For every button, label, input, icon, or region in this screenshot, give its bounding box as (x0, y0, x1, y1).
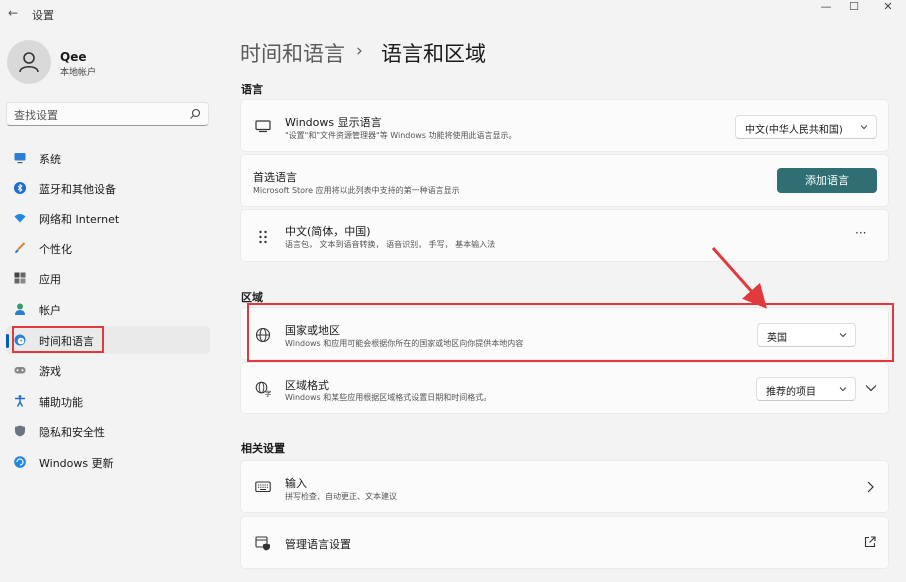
back-button[interactable]: ← (6, 6, 20, 20)
display-language-title: Windows 显示语言 (285, 116, 382, 129)
sidebar-item-label: 系统 (39, 153, 61, 166)
preferred-language-desc: Microsoft Store 应用将以此列表中支持的第一种语言显示 (253, 186, 460, 195)
sidebar-item-windows-update[interactable]: Windows 更新 (6, 448, 210, 476)
title-bar: ← 设置 — ☐ ✕ (0, 0, 906, 28)
apps-icon (14, 272, 26, 284)
wifi-icon (14, 214, 26, 223)
input-settings-desc: 拼写检查、自动更正、文本建议 (285, 492, 397, 501)
account-type: 本地帐户 (60, 68, 97, 78)
display-language-select[interactable]: 中文(中华人民共和国) (735, 115, 877, 139)
shield-icon (15, 425, 25, 437)
manage-language-settings-card[interactable]: 管理语言设置 (240, 516, 889, 569)
sidebar-item-system[interactable]: 系统 (6, 144, 210, 172)
sidebar-item-accounts[interactable]: 帐户 (6, 295, 210, 323)
chevron-down-icon (860, 125, 868, 130)
section-title-related: 相关设置 (241, 442, 285, 455)
regional-format-desc: Windows 和某些应用根据区域格式设置日期和时间格式。 (285, 393, 492, 402)
avatar[interactable] (7, 40, 51, 84)
regional-format-select[interactable]: 推荐的项目 (756, 377, 856, 401)
regional-format-card: 字 区域格式 Windows 和某些应用根据区域格式设置日期和时间格式。 推荐的… (240, 362, 889, 414)
input-settings-title: 输入 (285, 477, 307, 490)
gamepad-icon (14, 367, 26, 374)
display-language-desc: "设置"和"文件资源管理器"等 Windows 功能将使用此语言显示。 (285, 131, 517, 140)
preferred-language-title: 首选语言 (253, 171, 297, 184)
monitor-icon (14, 153, 26, 164)
update-icon (14, 456, 26, 468)
chevron-right-icon (867, 481, 874, 493)
sidebar-item-label: 应用 (39, 273, 61, 286)
monitor-icon (255, 120, 271, 133)
open-external-icon (864, 536, 876, 548)
bluetooth-icon (14, 182, 26, 194)
search-box[interactable] (6, 102, 209, 126)
language-item-card: 中文(简体，中国) 语言包， 文本到语音转换， 语音识别， 手写， 基本输入法 … (240, 209, 889, 262)
search-icon[interactable] (189, 108, 201, 120)
close-button[interactable]: ✕ (874, 0, 902, 16)
input-settings-card[interactable]: 输入 拼写检查、自动更正、文本建议 (240, 460, 889, 513)
sidebar-item-label: 隐私和安全性 (39, 426, 105, 439)
sidebar-item-apps[interactable]: 应用 (6, 264, 210, 292)
display-language-card: Windows 显示语言 "设置"和"文件资源管理器"等 Windows 功能将… (240, 99, 889, 152)
accessibility-icon (15, 395, 25, 407)
globe-language-icon: 字 (255, 381, 271, 397)
sidebar-item-bluetooth[interactable]: 蓝牙和其他设备 (6, 174, 210, 202)
active-indicator (6, 334, 9, 348)
svg-text:字: 字 (265, 389, 272, 397)
person-icon (15, 303, 25, 315)
user-name: Qee (60, 50, 87, 64)
sidebar-item-label: 个性化 (39, 243, 72, 256)
chevron-down-icon (839, 387, 847, 392)
manage-language-settings-title: 管理语言设置 (285, 538, 351, 551)
annotation-box-country (247, 303, 894, 362)
sidebar-item-label: 蓝牙和其他设备 (39, 183, 116, 196)
minimize-button[interactable]: — (812, 0, 840, 16)
annotation-arrow (711, 247, 767, 309)
app-title: 设置 (32, 9, 54, 22)
regional-format-title: 区域格式 (285, 379, 329, 392)
regional-format-value: 推荐的项目 (766, 387, 816, 398)
search-input[interactable] (14, 107, 184, 123)
section-title-language: 语言 (241, 83, 263, 96)
admin-settings-icon (255, 536, 270, 551)
display-language-value: 中文(中华人民共和国) (745, 125, 843, 136)
sidebar-item-network[interactable]: 网络和 Internet (6, 204, 210, 232)
sidebar-item-label: 帐户 (39, 304, 61, 317)
sidebar-item-accessibility[interactable]: 辅助功能 (6, 387, 210, 415)
sidebar-item-gaming[interactable]: 游戏 (6, 356, 210, 384)
sidebar-item-label: 辅助功能 (39, 396, 83, 409)
sidebar-item-label: 网络和 Internet (39, 213, 120, 226)
breadcrumb-separator: › (356, 41, 363, 61)
more-options-button[interactable]: ··· (855, 226, 866, 240)
add-language-button[interactable]: 添加语言 (777, 168, 877, 193)
sidebar-item-privacy[interactable]: 隐私和安全性 (6, 417, 210, 445)
brush-icon (15, 242, 26, 253)
maximize-button[interactable]: ☐ (840, 0, 868, 16)
language-item-desc: 语言包， 文本到语音转换， 语音识别， 手写， 基本输入法 (285, 240, 496, 249)
person-icon (19, 52, 39, 73)
page-title: 语言和区域 (381, 42, 486, 66)
sidebar-item-label: 游戏 (39, 365, 61, 378)
drag-handle-icon[interactable] (255, 229, 271, 245)
sidebar-item-label: Windows 更新 (39, 457, 114, 470)
annotation-box-nav (12, 326, 104, 353)
sidebar-item-personalization[interactable]: 个性化 (6, 234, 210, 262)
breadcrumb-parent[interactable]: 时间和语言 (240, 38, 345, 68)
language-item-title: 中文(简体，中国) (285, 225, 371, 238)
expand-chevron-icon[interactable] (865, 384, 877, 392)
keyboard-icon (255, 481, 271, 493)
